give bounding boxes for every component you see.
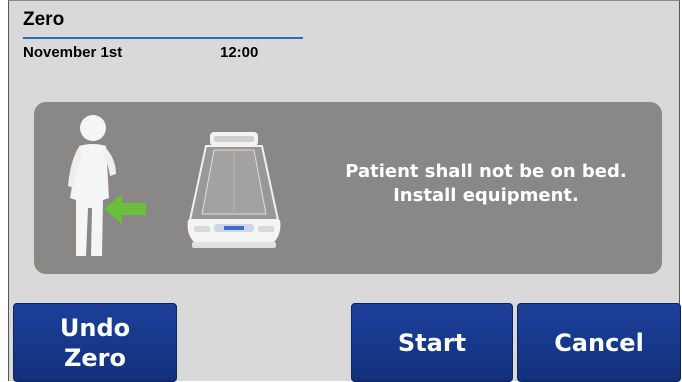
title-divider (23, 37, 303, 39)
bed-icon (187, 132, 281, 248)
undo-zero-label-line-1: Undo (59, 313, 131, 342)
message-line-2: Install equipment. (393, 185, 579, 206)
arrow-left-icon (104, 194, 146, 224)
page-title: Zero (23, 9, 65, 30)
instruction-message: Patient shall not be on bed. Install equ… (296, 160, 676, 208)
message-line-1: Patient shall not be on bed. (345, 161, 627, 182)
screen: Zero November 1st 12:00 Patient shall no… (8, 0, 681, 382)
undo-zero-label-line-2: Zero (63, 343, 126, 372)
time-label: 12:00 (220, 44, 259, 61)
date-label: November 1st (23, 44, 123, 61)
instruction-panel: Patient shall not be on bed. Install equ… (34, 102, 662, 274)
person-icon (68, 115, 116, 256)
cancel-button[interactable]: Cancel (517, 303, 681, 382)
undo-zero-button[interactable]: Undo Zero (13, 303, 177, 382)
start-button[interactable]: Start (351, 303, 513, 382)
